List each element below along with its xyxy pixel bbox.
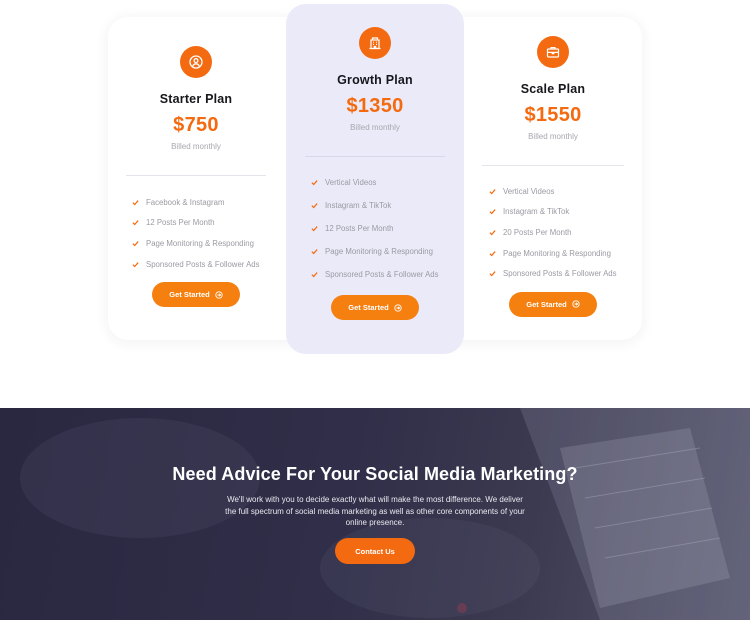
check-icon (489, 230, 496, 236)
feature-item: Sponsored Posts & Follower Ads (311, 263, 464, 286)
check-icon (311, 180, 318, 186)
divider (482, 165, 624, 166)
plan-price: $1350 (346, 95, 404, 117)
banner-title: Need Advice For Your Social Media Market… (172, 464, 578, 484)
check-icon (132, 241, 139, 247)
check-icon (311, 272, 318, 278)
feature-list: Vertical Videos Instagram & TikTok 12 Po… (286, 171, 464, 286)
check-icon (132, 261, 139, 267)
feature-item: Facebook & Instagram (132, 192, 266, 213)
divider (126, 175, 266, 176)
feature-list: Vertical Videos Instagram & TikTok 20 Po… (482, 181, 624, 284)
get-started-button[interactable]: Get Started (152, 282, 240, 308)
briefcase-icon (537, 36, 569, 68)
feature-label: Vertical Videos (503, 186, 555, 196)
feature-label: Page Monitoring & Responding (325, 247, 433, 256)
feature-list: Facebook & Instagram 12 Posts Per Month … (126, 192, 266, 274)
button-label: Get Started (526, 299, 567, 309)
check-icon (311, 203, 318, 209)
plan-billing: Billed monthly (528, 132, 578, 141)
feature-item: Vertical Videos (311, 171, 464, 194)
check-icon (311, 226, 318, 232)
plan-name: Scale Plan (520, 82, 586, 96)
check-icon (489, 209, 496, 215)
feature-item: Page Monitoring & Responding (132, 233, 266, 254)
feature-label: 12 Posts Per Month (146, 218, 215, 228)
arrow-right-circle-icon (572, 300, 580, 309)
check-icon (489, 250, 496, 256)
arrow-right-circle-icon (394, 303, 402, 312)
divider (305, 156, 445, 157)
feature-label: Sponsored Posts & Follower Ads (325, 270, 439, 279)
advice-banner: Need Advice For Your Social Media Market… (0, 408, 750, 620)
feature-label: Page Monitoring & Responding (503, 248, 611, 258)
check-icon (489, 271, 496, 277)
contact-us-button[interactable]: Contact Us (335, 538, 415, 564)
arrow-right-circle-icon (215, 291, 223, 299)
feature-label: 20 Posts Per Month (503, 227, 572, 237)
feature-item: Sponsored Posts & Follower Ads (132, 254, 266, 275)
pricing-section: Starter Plan $750 Billed monthly Faceboo… (0, 0, 750, 408)
plan-price: $1550 (524, 104, 582, 126)
plan-billing: Billed monthly (171, 142, 221, 151)
get-started-button[interactable]: Get Started (331, 295, 419, 320)
feature-item: Page Monitoring & Responding (311, 240, 464, 263)
plan-name: Growth Plan (337, 73, 413, 87)
check-icon (489, 188, 496, 195)
feature-label: Sponsored Posts & Follower Ads (503, 269, 617, 279)
feature-item: Sponsored Posts & Follower Ads (489, 263, 624, 284)
feature-label: Sponsored Posts & Follower Ads (146, 259, 260, 269)
plan-billing: Billed monthly (350, 123, 400, 132)
building-icon (359, 27, 391, 59)
feature-label: Instagram & TikTok (325, 201, 392, 210)
feature-label: Page Monitoring & Responding (146, 238, 254, 248)
feature-label: 12 Posts Per Month (325, 224, 394, 233)
feature-item: 12 Posts Per Month (132, 213, 266, 234)
feature-label: Vertical Videos (325, 178, 377, 187)
button-label: Get Started (169, 290, 210, 300)
banner-description: We'll work with you to decide exactly wh… (225, 495, 525, 527)
plan-card-growth: Growth Plan $1350 Billed monthly Vertica… (286, 4, 464, 354)
plan-card-scale: Scale Plan $1550 Billed monthly Vertical… (482, 36, 624, 317)
feature-item: 12 Posts Per Month (311, 217, 464, 240)
feature-label: Instagram & TikTok (503, 207, 570, 217)
button-label: Get Started (348, 303, 389, 312)
feature-item: Page Monitoring & Responding (489, 243, 624, 264)
plan-name: Starter Plan (159, 92, 233, 106)
feature-item: Vertical Videos (489, 181, 624, 202)
get-started-button[interactable]: Get Started (509, 291, 597, 317)
plan-price: $750 (173, 114, 219, 136)
check-icon (132, 220, 139, 226)
check-icon (132, 199, 139, 206)
feature-item: Instagram & TikTok (311, 194, 464, 217)
plan-card-starter: Starter Plan $750 Billed monthly Faceboo… (126, 46, 266, 308)
user-circle-icon (180, 46, 212, 78)
feature-item: Instagram & TikTok (489, 202, 624, 223)
feature-item: 20 Posts Per Month (489, 222, 624, 243)
check-icon (311, 249, 318, 255)
feature-label: Facebook & Instagram (146, 197, 225, 207)
